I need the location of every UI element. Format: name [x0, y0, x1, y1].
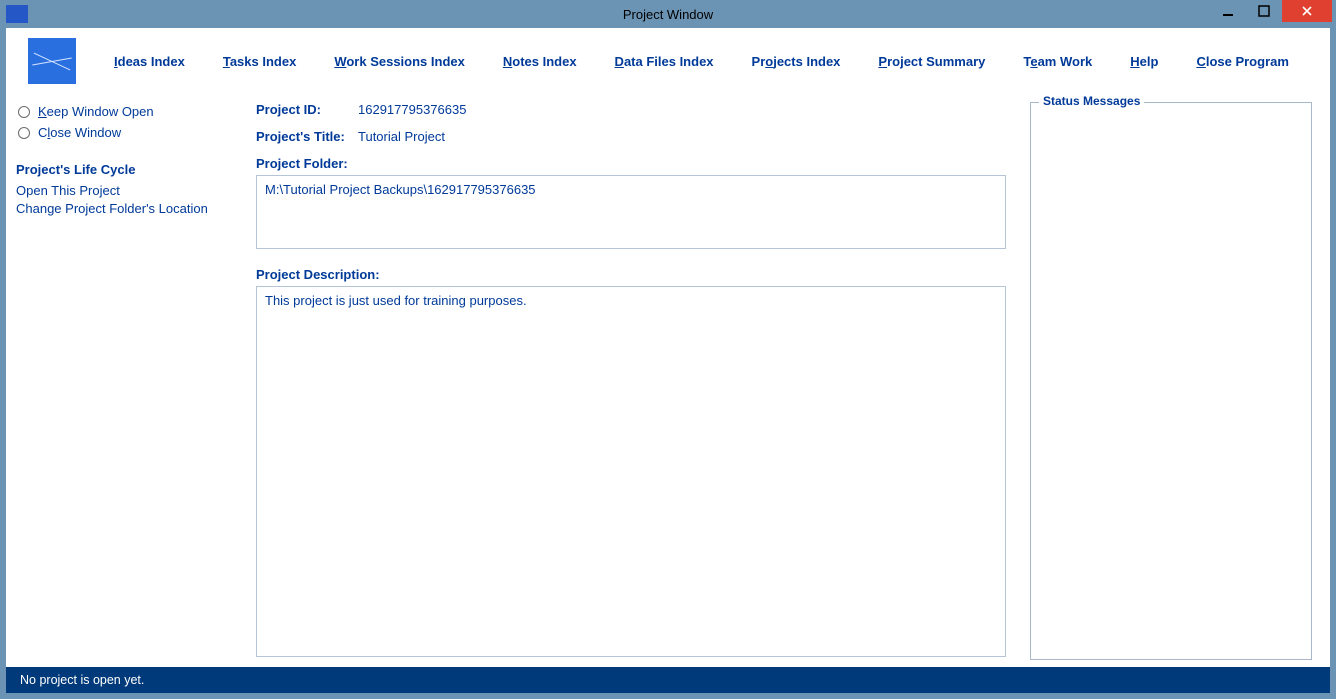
radio-icon	[18, 106, 30, 118]
value-project-title: Tutorial Project	[358, 129, 445, 144]
body-area: Keep Window Open Close Window Project's …	[6, 94, 1330, 667]
menu-notes-index[interactable]: Notes Index	[503, 54, 577, 69]
menu-ideas-index[interactable]: Ideas Index	[114, 54, 185, 69]
menu-data-files-index[interactable]: Data Files Index	[615, 54, 714, 69]
menu-project-summary[interactable]: Project Summary	[878, 54, 985, 69]
project-description-value: This project is just used for training p…	[265, 293, 527, 308]
menu-work-sessions-index[interactable]: Work Sessions Index	[334, 54, 465, 69]
label-project-title: Project's Title:	[256, 129, 358, 144]
life-cycle-title: Project's Life Cycle	[16, 162, 232, 177]
label-project-id: Project ID:	[256, 102, 358, 117]
statusbar: No project is open yet.	[6, 667, 1330, 693]
menubar: Ideas Index Tasks Index Work Sessions In…	[6, 28, 1330, 94]
status-messages-title: Status Messages	[1039, 94, 1144, 108]
app-title-icon	[6, 5, 28, 23]
menu-close-program[interactable]: Close Program	[1196, 54, 1288, 69]
minimize-button[interactable]	[1210, 0, 1246, 22]
window-frame: Project Window Ideas Index Tasks Index W…	[0, 0, 1336, 699]
close-button[interactable]	[1282, 0, 1332, 22]
project-folder-value: M:\Tutorial Project Backups\162917795376…	[265, 182, 536, 197]
value-project-id: 162917795376635	[358, 102, 466, 117]
radio-close-window[interactable]: Close Window	[18, 125, 232, 140]
left-panel: Keep Window Open Close Window Project's …	[16, 94, 232, 661]
row-project-id: Project ID: 162917795376635	[256, 102, 1006, 117]
titlebar[interactable]: Project Window	[0, 0, 1336, 28]
row-project-title: Project's Title: Tutorial Project	[256, 129, 1006, 144]
menu-projects-index[interactable]: Projects Index	[752, 54, 841, 69]
label-project-folder: Project Folder:	[256, 156, 1006, 171]
radio-keep-window-open[interactable]: Keep Window Open	[18, 104, 232, 119]
window-title: Project Window	[0, 7, 1336, 22]
statusbar-text: No project is open yet.	[20, 673, 144, 687]
project-description-box[interactable]: This project is just used for training p…	[256, 286, 1006, 657]
maximize-button[interactable]	[1246, 0, 1282, 22]
center-panel: Project ID: 162917795376635 Project's Ti…	[256, 94, 1006, 661]
project-folder-box[interactable]: M:\Tutorial Project Backups\162917795376…	[256, 175, 1006, 249]
menu-tasks-index[interactable]: Tasks Index	[223, 54, 296, 69]
radio-icon	[18, 127, 30, 139]
label-project-description: Project Description:	[256, 267, 1006, 282]
client-area: Ideas Index Tasks Index Work Sessions In…	[6, 28, 1330, 693]
window-controls	[1210, 0, 1332, 22]
menu-team-work[interactable]: Team Work	[1023, 54, 1092, 69]
menu-help[interactable]: Help	[1130, 54, 1158, 69]
status-messages-group: Status Messages	[1030, 102, 1312, 660]
right-panel: Status Messages	[1030, 94, 1312, 661]
link-open-this-project[interactable]: Open This Project	[16, 183, 232, 198]
app-logo-icon[interactable]	[28, 38, 76, 84]
link-change-project-folder[interactable]: Change Project Folder's Location	[16, 201, 232, 216]
